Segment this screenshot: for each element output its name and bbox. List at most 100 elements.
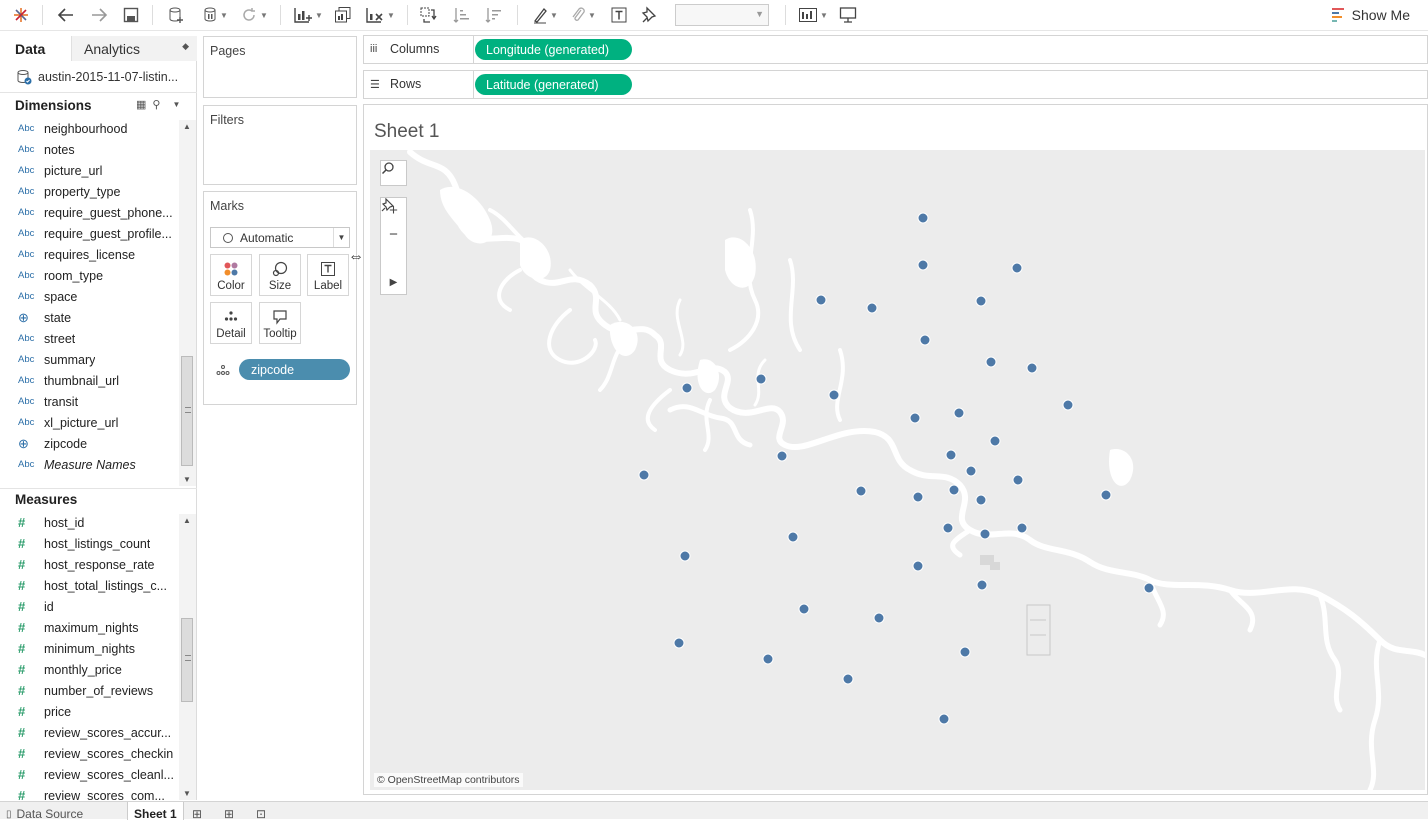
duplicate-sheet-icon[interactable] [332,4,354,26]
dimension-field[interactable]: Abc street [0,328,180,349]
data-source-tab[interactable]: ▯ Data Source [6,802,83,821]
measure-field[interactable]: # number_of_reviews [0,680,180,701]
zipcode-mark[interactable] [938,713,950,725]
tooltip-button[interactable]: Tooltip [259,302,301,344]
measure-field[interactable]: # host_listings_count [0,533,180,554]
dimension-field[interactable]: Abc summary [0,349,180,370]
new-dashboard-icon[interactable]: ⊞ [224,802,234,821]
zipcode-mark[interactable] [942,522,954,534]
zipcode-mark[interactable] [989,435,1001,447]
size-button[interactable]: Size [259,254,301,296]
clear-sheet-icon[interactable]: ▼ [362,4,398,26]
datasource-item[interactable]: austin-2015-11-07-listin... [16,67,192,87]
dimension-field[interactable]: Abc require_guest_profile... [0,223,180,244]
zipcode-mark[interactable] [673,637,685,649]
show-me-button[interactable]: Show Me [1331,5,1410,25]
longitude-pill[interactable]: Longitude (generated) [475,39,632,60]
zipcode-mark[interactable] [762,653,774,665]
zipcode-mark[interactable] [776,450,788,462]
redo-icon[interactable] [88,4,110,26]
zipcode-mark[interactable] [815,294,827,306]
zipcode-mark[interactable] [1012,474,1024,486]
map-search-control[interactable] [380,160,407,186]
measure-field[interactable]: # price [0,701,180,722]
zipcode-mark[interactable] [917,212,929,224]
zipcode-mark[interactable] [979,528,991,540]
dimension-field[interactable]: Abc space [0,286,180,307]
sort-ascending-icon[interactable] [450,4,472,26]
undo-icon[interactable] [55,4,77,26]
new-worksheet-icon[interactable]: ▼ [290,4,326,26]
measure-field[interactable]: # id [0,596,180,617]
measure-field[interactable]: # host_response_rate [0,554,180,575]
filters-card[interactable]: Filters [203,105,357,185]
dimension-field[interactable]: Abc neighbourhood [0,118,180,139]
zipcode-mark[interactable] [912,491,924,503]
measure-field[interactable]: # minimum_nights [0,638,180,659]
zipcode-mark[interactable] [755,373,767,385]
expand-toolbar-icon[interactable]: ▶ [381,270,406,294]
mark-type-dropdown[interactable]: Automatic ▼ [210,227,350,248]
pin-map-icon[interactable] [381,198,406,270]
dimension-field[interactable]: ⊕ state [0,307,180,328]
dimension-field[interactable]: Abc room_type [0,265,180,286]
new-sheet-icon[interactable]: ⊞ [192,802,202,821]
zipcode-mark[interactable] [681,382,693,394]
dimension-field[interactable]: ⊕ zipcode [0,433,180,454]
zipcode-mark[interactable] [1016,522,1028,534]
swap-rows-columns-icon[interactable] [417,4,439,26]
tableau-logo-icon[interactable] [10,4,32,26]
zipcode-mark[interactable] [976,579,988,591]
highlight-icon[interactable]: ▼ [528,4,562,26]
measure-field[interactable]: # maximum_nights [0,617,180,638]
tab-data[interactable]: Data [0,36,71,61]
zipcode-mark[interactable] [948,484,960,496]
zipcode-mark[interactable] [679,550,691,562]
zipcode-mark[interactable] [919,334,931,346]
presentation-mode-icon[interactable] [837,4,859,26]
zipcode-mark[interactable] [873,612,885,624]
sheet-1-tab[interactable]: Sheet 1 [127,802,184,821]
zipcode-mark[interactable] [842,673,854,685]
find-field-icon[interactable]: ⚲ [152,98,160,111]
measure-field[interactable]: # monthly_price [0,659,180,680]
zipcode-mark[interactable] [855,485,867,497]
measure-field[interactable]: # review_scores_cleanl... [0,764,180,785]
zipcode-mark[interactable] [945,449,957,461]
zipcode-mark[interactable] [787,531,799,543]
pause-updates-icon[interactable]: ▼ [197,4,233,26]
zipcode-mark[interactable] [866,302,878,314]
zipcode-mark[interactable] [985,356,997,368]
latitude-pill[interactable]: Latitude (generated) [475,74,632,95]
show-mark-labels-icon[interactable] [608,4,630,26]
zipcode-mark[interactable] [912,560,924,572]
fit-dropdown[interactable]: ▼ [675,4,769,26]
tab-analytics[interactable]: Analytics ◆ [71,36,197,61]
sort-descending-icon[interactable] [482,4,504,26]
measure-field[interactable]: # host_id [0,512,180,533]
zipcode-mark[interactable] [975,295,987,307]
zipcode-mark[interactable] [909,412,921,424]
zipcode-mark[interactable] [953,407,965,419]
label-button[interactable]: Label [307,254,349,296]
zipcode-mark[interactable] [828,389,840,401]
save-icon[interactable] [120,4,142,26]
measure-field[interactable]: # host_total_listings_c... [0,575,180,596]
measure-field[interactable]: # review_scores_checkin [0,743,180,764]
dimension-field[interactable]: Abc requires_license [0,244,180,265]
zipcode-mark[interactable] [638,469,650,481]
zipcode-mark[interactable] [959,646,971,658]
view-grid-icon[interactable]: ▦ [136,98,146,111]
rows-shelf[interactable]: ☰ Rows Latitude (generated) [363,70,1428,99]
dimension-field[interactable]: Abc property_type [0,181,180,202]
dimensions-scrollbar[interactable]: ▲ ▼ [179,120,196,486]
color-button[interactable]: Color [210,254,252,296]
zipcode-mark[interactable] [965,465,977,477]
zoom-out-icon[interactable]: − [381,222,406,246]
dimension-field[interactable]: Abc notes [0,139,180,160]
measure-field[interactable]: # review_scores_accur... [0,722,180,743]
dimension-field[interactable]: Abc picture_url [0,160,180,181]
zipcode-mark[interactable] [917,259,929,271]
pages-card[interactable]: Pages [203,36,357,98]
zipcode-mark[interactable] [798,603,810,615]
